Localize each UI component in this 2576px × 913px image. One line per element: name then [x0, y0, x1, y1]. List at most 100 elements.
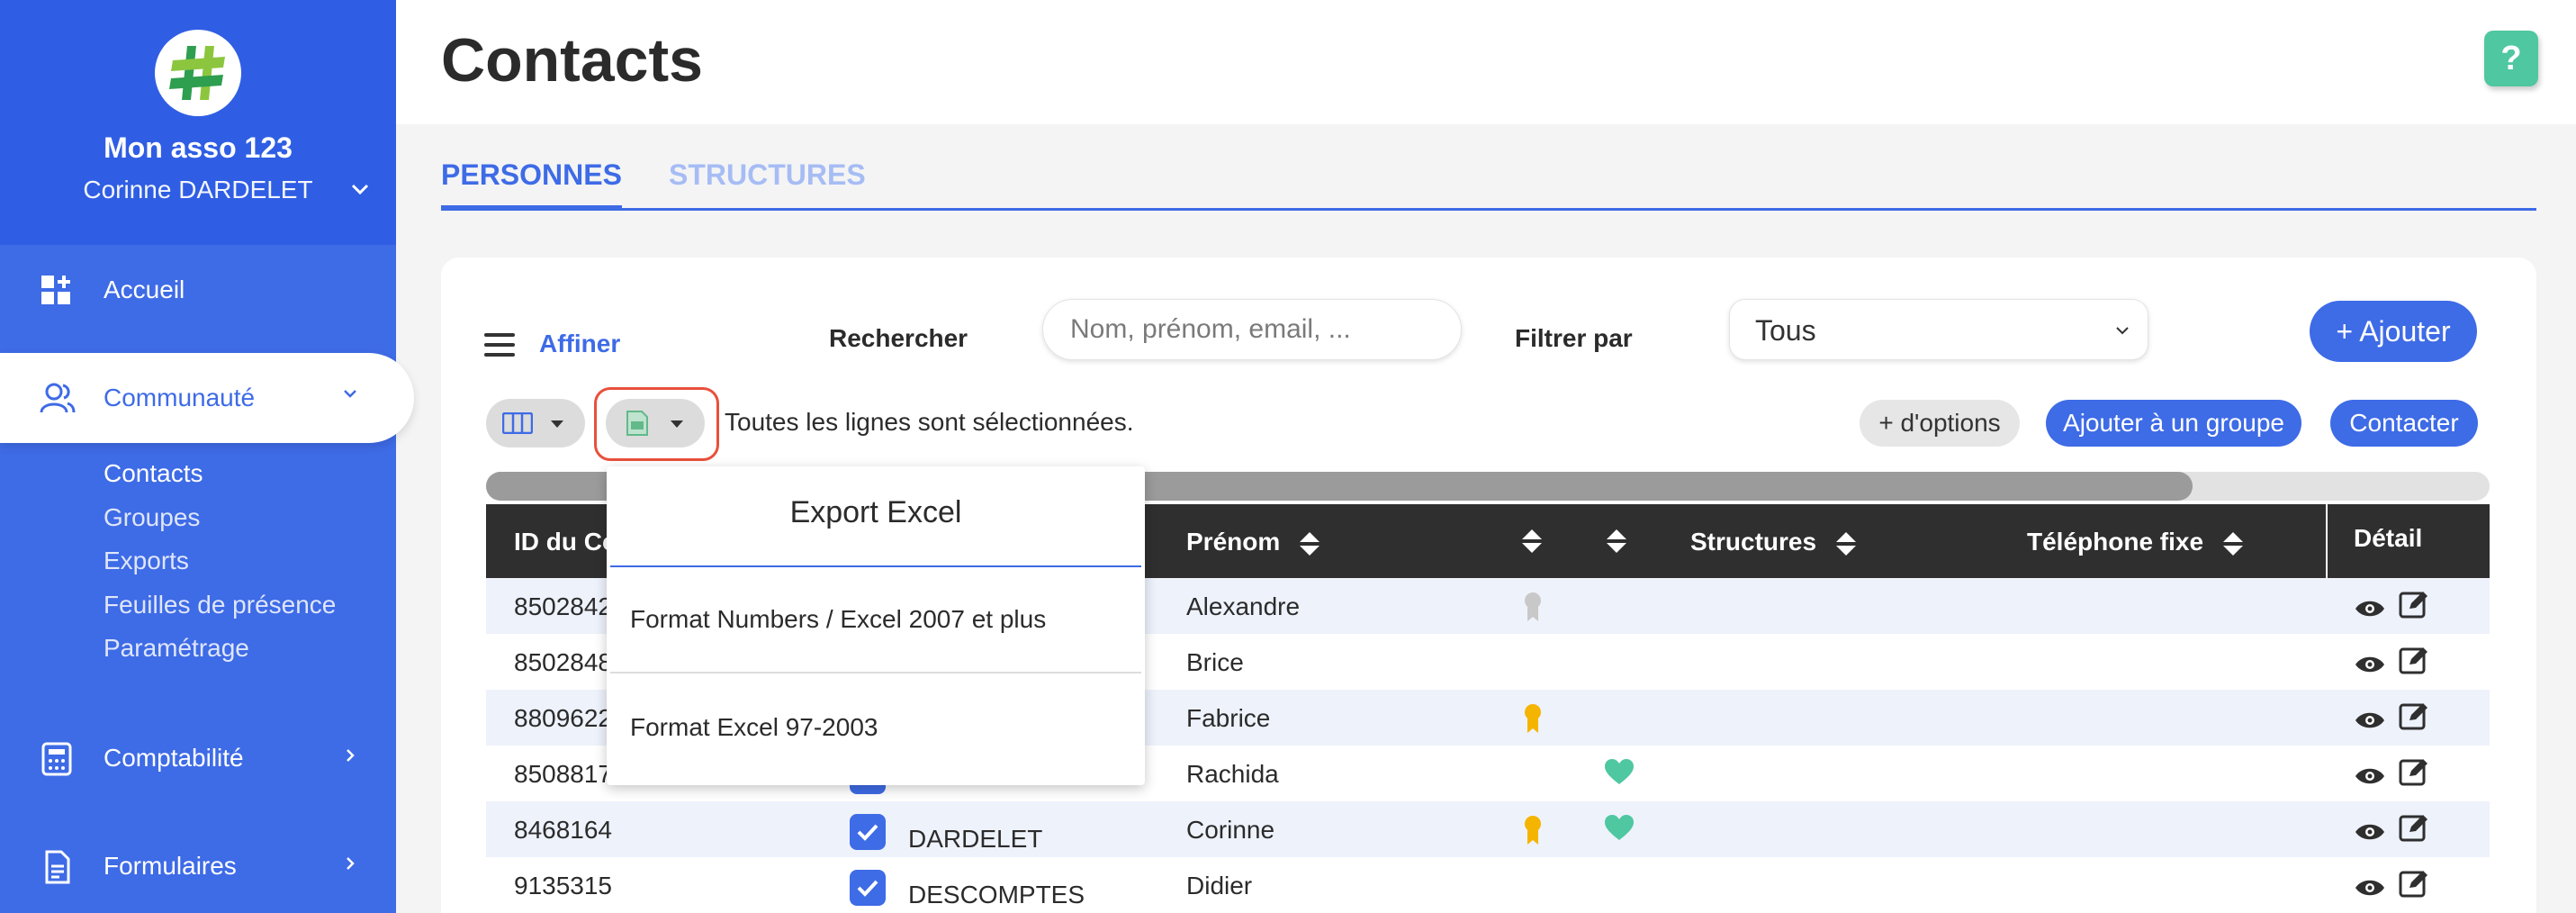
chevron-down-icon: [2113, 321, 2131, 344]
add-to-group-button[interactable]: Ajouter à un groupe: [2046, 400, 2301, 447]
page-title: Contacts: [441, 26, 703, 95]
chevron-right-icon: [340, 854, 360, 878]
chevron-down-icon: [340, 384, 360, 408]
nav-label-communaute: Communauté: [104, 384, 256, 411]
subnav-item-exports[interactable]: Exports: [104, 547, 336, 591]
export-dropdown-title: Export Excel: [789, 495, 962, 529]
affiner-label: Affiner: [539, 330, 621, 357]
column-divider: [2326, 504, 2328, 578]
help-button[interactable]: ?: [2484, 31, 2538, 86]
sort-icon: [1522, 529, 1542, 553]
filter-select[interactable]: Tous: [1729, 299, 2148, 360]
nav-label-accueil: Accueil: [104, 276, 185, 303]
th-structures[interactable]: Structures: [1690, 528, 1858, 557]
subnav-item-groupes[interactable]: Groupes: [104, 503, 336, 547]
page-header: Contacts: [396, 0, 2576, 124]
eye-icon[interactable]: [2355, 819, 2385, 848]
selection-status: Toutes les lignes sont sélectionnées.: [725, 408, 1134, 436]
export-xls-option[interactable]: Format Excel 97-2003: [610, 675, 1141, 782]
user-name[interactable]: Corinne DARDELET: [0, 176, 396, 204]
sort-icon: [1607, 529, 1626, 553]
cell-prenom: Fabrice: [1186, 704, 1271, 732]
export-xls-label: Format Excel 97-2003: [630, 713, 878, 741]
columns-button[interactable]: [486, 399, 585, 447]
sort-icon: [2222, 531, 2243, 556]
org-logo[interactable]: [155, 30, 241, 116]
heart-icon: [1604, 814, 1635, 847]
more-options-button[interactable]: + d'options: [1860, 400, 2020, 447]
edit-icon[interactable]: [2399, 701, 2429, 737]
cell-id: 8502848: [514, 648, 613, 676]
tabs: PERSONNES STRUCTURES: [441, 158, 2536, 211]
cell-nom: DARDELET: [908, 825, 1043, 853]
medal-icon: [1523, 702, 1543, 741]
nav-item-formulaires[interactable]: Formulaires: [0, 821, 396, 911]
add-button[interactable]: + Ajouter: [2310, 301, 2477, 362]
th-id[interactable]: ID du Co: [514, 528, 617, 556]
th-sort-b[interactable]: [1605, 528, 1628, 561]
chevron-right-icon: [340, 746, 360, 770]
edit-icon[interactable]: [2399, 868, 2429, 905]
th-sort-a[interactable]: [1520, 528, 1544, 561]
row-checkbox[interactable]: [850, 870, 886, 906]
columns-icon: [502, 412, 533, 434]
cell-id: 8468164: [514, 816, 613, 844]
calculator-icon: [40, 742, 74, 776]
sort-icon: [1835, 531, 1856, 556]
eye-icon[interactable]: [2355, 708, 2385, 737]
filter-value: Tous: [1755, 314, 1816, 347]
eye-icon[interactable]: [2355, 764, 2385, 792]
subnav-item-parametrage[interactable]: Paramétrage: [104, 634, 336, 678]
edit-icon[interactable]: [2399, 589, 2429, 626]
cell-nom: DESCOMPTES: [908, 881, 1085, 908]
nav-item-comptabilite[interactable]: Comptabilité: [0, 713, 396, 803]
nav-item-communaute[interactable]: Communauté: [0, 353, 414, 443]
nav-item-accueil[interactable]: Accueil: [0, 245, 396, 335]
cell-prenom: Alexandre: [1186, 592, 1301, 620]
tab-personnes[interactable]: PERSONNES: [441, 158, 622, 211]
cell-prenom: Didier: [1186, 872, 1253, 899]
medal-icon: [1523, 814, 1543, 853]
cell-prenom: Rachida: [1186, 760, 1279, 788]
export-xlsx-label: Format Numbers / Excel 2007 et plus: [630, 605, 1047, 633]
th-prenom[interactable]: Prénom: [1186, 528, 1321, 557]
org-name: Mon asso 123: [104, 131, 293, 164]
table-row[interactable]: 8468164 DARDELET Corinne: [486, 801, 2490, 857]
eye-icon[interactable]: [2355, 596, 2385, 625]
subnav-communaute: Contacts Groupes Exports Feuilles de pré…: [104, 459, 336, 678]
excel-file-icon: [626, 411, 648, 436]
row-checkbox[interactable]: [850, 814, 886, 850]
filter-label: Filtrer par: [1515, 324, 1633, 352]
th-detail: Détail: [2354, 524, 2423, 552]
subnav-item-feuilles[interactable]: Feuilles de présence: [104, 591, 336, 635]
cell-id: 9135315: [514, 872, 613, 899]
search-input[interactable]: [1042, 299, 1462, 360]
cell-id: 8508817: [514, 760, 613, 788]
users-icon: [40, 382, 76, 416]
contact-button[interactable]: Contacter: [2330, 400, 2478, 447]
menu-icon: [484, 333, 515, 358]
medal-icon: [1523, 591, 1543, 629]
subnav-item-contacts[interactable]: Contacts: [104, 459, 336, 503]
export-button[interactable]: [606, 399, 705, 447]
nav-label-formulaires: Formulaires: [104, 852, 237, 880]
edit-icon[interactable]: [2399, 645, 2429, 682]
caret-down-icon: [551, 420, 563, 428]
chevron-down-icon[interactable]: [349, 178, 371, 204]
edit-icon[interactable]: [2399, 812, 2429, 849]
edit-icon[interactable]: [2399, 756, 2429, 793]
cell-id: 8809622: [514, 704, 613, 732]
eye-icon[interactable]: [2355, 652, 2385, 681]
caret-down-icon: [671, 420, 683, 428]
heart-icon: [1604, 758, 1635, 791]
cell-prenom: Brice: [1186, 648, 1244, 676]
th-telephone[interactable]: Téléphone fixe: [2027, 528, 2245, 557]
export-dropdown: Export Excel Format Numbers / Excel 2007…: [607, 466, 1145, 785]
tab-structures[interactable]: STRUCTURES: [669, 158, 866, 192]
table-row[interactable]: 9135315 DESCOMPTES Didier: [486, 857, 2490, 913]
cell-prenom: Corinne: [1186, 816, 1275, 844]
eye-icon[interactable]: [2355, 875, 2385, 904]
cell-id: 8502842: [514, 592, 613, 620]
sidebar: Mon asso 123 Corinne DARDELET Accueil Co…: [0, 0, 414, 913]
export-xlsx-option[interactable]: Format Numbers / Excel 2007 et plus: [610, 567, 1141, 673]
